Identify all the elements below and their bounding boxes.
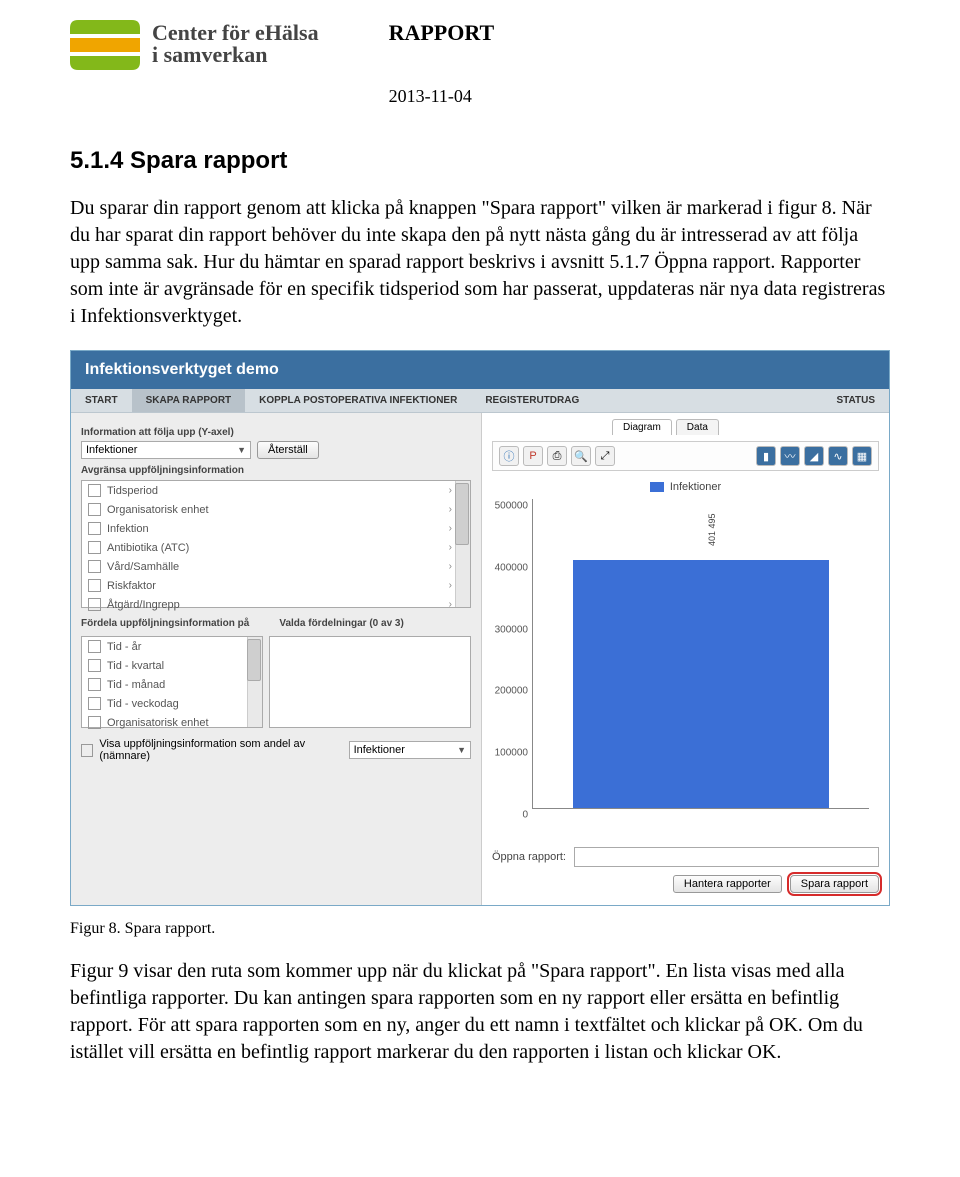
yaxis-select[interactable]: Infektioner ▼	[81, 441, 251, 459]
left-panel: Information att följa upp (Y-axel) Infek…	[71, 413, 481, 905]
ytick: 300000	[495, 624, 528, 635]
figure-caption: Figur 8. Spara rapport.	[70, 920, 890, 938]
chart-bar	[573, 560, 828, 808]
expand-icon[interactable]: ›	[449, 485, 452, 496]
checkbox-icon[interactable]	[88, 659, 101, 672]
dist-item: Tid - kvartal	[82, 656, 262, 675]
filter-item: Riskfaktor›	[82, 576, 470, 595]
section-heading: 5.1.4 Spara rapport	[70, 147, 890, 175]
chart-area-icon[interactable]: ◢	[804, 446, 824, 466]
checkbox-icon[interactable]	[88, 678, 101, 691]
yaxis-label: Information att följa upp (Y-axel)	[81, 427, 471, 438]
checkbox-icon[interactable]	[88, 560, 101, 573]
scrollbar-thumb[interactable]	[455, 483, 469, 545]
expand-icon[interactable]: ›	[449, 561, 452, 572]
dist-label: Fördela uppföljningsinformation på	[81, 618, 249, 629]
info-icon[interactable]: ⓘ	[499, 446, 519, 466]
dist-listbox[interactable]: Tid - år Tid - kvartal Tid - månad Tid -…	[81, 636, 263, 728]
filter-item: Åtgärd/Ingrepp›	[82, 595, 470, 614]
chart-wave-icon[interactable]: ∿	[828, 446, 848, 466]
right-panel: Diagram Data ⓘ P ⎙ 🔍 ⤢ ▮ 〰 ◢ ∿	[481, 413, 889, 905]
filter-item: Organisatorisk enhet›	[82, 500, 470, 519]
doc-type: RAPPORT	[389, 20, 495, 46]
filter-item: Vård/Samhälle›	[82, 557, 470, 576]
checkbox-icon[interactable]	[88, 697, 101, 710]
print-icon[interactable]: ⎙	[547, 446, 567, 466]
ytick: 200000	[495, 686, 528, 697]
expand-icon[interactable]: ⤢	[595, 446, 615, 466]
checkbox-icon[interactable]	[88, 579, 101, 592]
legend-label: Infektioner	[670, 481, 721, 493]
chart-legend: Infektioner	[492, 481, 879, 493]
expand-icon[interactable]: ›	[449, 599, 452, 610]
doc-header: Center för eHälsa i samverkan RAPPORT 20…	[70, 20, 890, 107]
doc-date: 2013-11-04	[389, 86, 495, 107]
dist-selected-listbox[interactable]	[269, 636, 471, 728]
scrollbar-thumb[interactable]	[247, 639, 261, 681]
open-report-label: Öppna rapport:	[492, 851, 566, 863]
expand-icon[interactable]: ›	[449, 523, 452, 534]
nav-start[interactable]: START	[71, 389, 132, 412]
yaxis-select-value: Infektioner	[86, 444, 137, 456]
chevron-down-icon: ▼	[457, 745, 466, 755]
nav-skapa-rapport[interactable]: SKAPA RAPPORT	[132, 389, 246, 412]
dist-item: Tid - veckodag	[82, 694, 262, 713]
bar-value-label: 401 495	[707, 513, 717, 546]
section-paragraph-1: Du sparar din rapport genom att klicka p…	[70, 195, 890, 330]
checkbox-icon[interactable]	[88, 484, 101, 497]
checkbox-icon[interactable]	[88, 503, 101, 516]
checkbox-icon[interactable]	[81, 744, 93, 757]
filter-item: Tidsperiod›	[82, 481, 470, 500]
dist-count-label: Valda fördelningar (0 av 3)	[279, 618, 403, 629]
expand-icon[interactable]: ›	[449, 580, 452, 591]
filter-item: Infektion›	[82, 519, 470, 538]
checkbox-icon[interactable]	[88, 716, 101, 729]
scrollbar[interactable]	[455, 481, 470, 607]
dist-item: Tid - månad	[82, 675, 262, 694]
share-label: Visa uppföljningsinformation som andel a…	[99, 738, 342, 762]
ytick: 400000	[495, 562, 528, 573]
nav-registerutdrag[interactable]: REGISTERUTDRAG	[471, 389, 593, 412]
filter-item: Antibiotika (ATC)›	[82, 538, 470, 557]
filter-section-label: Avgränsa uppföljningsinformation	[81, 465, 471, 476]
manage-reports-button[interactable]: Hantera rapporter	[673, 875, 782, 893]
legend-swatch	[650, 482, 664, 492]
chart-bar-icon[interactable]: ▮	[756, 446, 776, 466]
app-title: Infektionsverktyget demo	[71, 351, 889, 389]
save-report-button[interactable]: Spara rapport	[790, 875, 879, 893]
app-nav: START SKAPA RAPPORT KOPPLA POSTOPERATIVA…	[71, 389, 889, 413]
filter-listbox[interactable]: Tidsperiod› Organisatorisk enhet› Infekt…	[81, 480, 471, 608]
checkbox-icon[interactable]	[88, 598, 101, 611]
expand-icon[interactable]: ›	[449, 504, 452, 515]
ytick: 100000	[495, 748, 528, 759]
tab-data[interactable]: Data	[676, 419, 719, 435]
checkbox-icon[interactable]	[88, 522, 101, 535]
chart: 0100000200000300000400000500000 401 495	[532, 499, 869, 829]
share-select[interactable]: Infektioner ▼	[349, 741, 471, 759]
ytick: 0	[522, 810, 528, 821]
chevron-down-icon: ▼	[237, 445, 246, 455]
checkbox-icon[interactable]	[88, 640, 101, 653]
dist-item: Organisatorisk enhet	[82, 713, 262, 732]
chart-grid-icon[interactable]: ▦	[852, 446, 872, 466]
section-paragraph-2: Figur 9 visar den ruta som kommer upp nä…	[70, 958, 890, 1066]
dist-item: Tid - år	[82, 637, 262, 656]
logo: Center för eHälsa i samverkan	[70, 20, 319, 75]
scrollbar[interactable]	[247, 637, 262, 727]
checkbox-icon[interactable]	[88, 541, 101, 554]
reset-button[interactable]: Återställ	[257, 441, 319, 459]
app-screenshot: Infektionsverktyget demo START SKAPA RAP…	[70, 350, 890, 906]
export-ppt-icon[interactable]: P	[523, 446, 543, 466]
zoom-icon[interactable]: 🔍	[571, 446, 591, 466]
expand-icon[interactable]: ›	[449, 542, 452, 553]
tab-diagram[interactable]: Diagram	[612, 419, 672, 435]
chart-line-icon[interactable]: 〰	[780, 446, 800, 466]
ytick: 500000	[495, 501, 528, 512]
nav-koppla[interactable]: KOPPLA POSTOPERATIVA INFEKTIONER	[245, 389, 471, 412]
share-select-value: Infektioner	[354, 744, 405, 756]
open-report-input[interactable]	[574, 847, 879, 867]
nav-status[interactable]: STATUS	[822, 389, 889, 412]
